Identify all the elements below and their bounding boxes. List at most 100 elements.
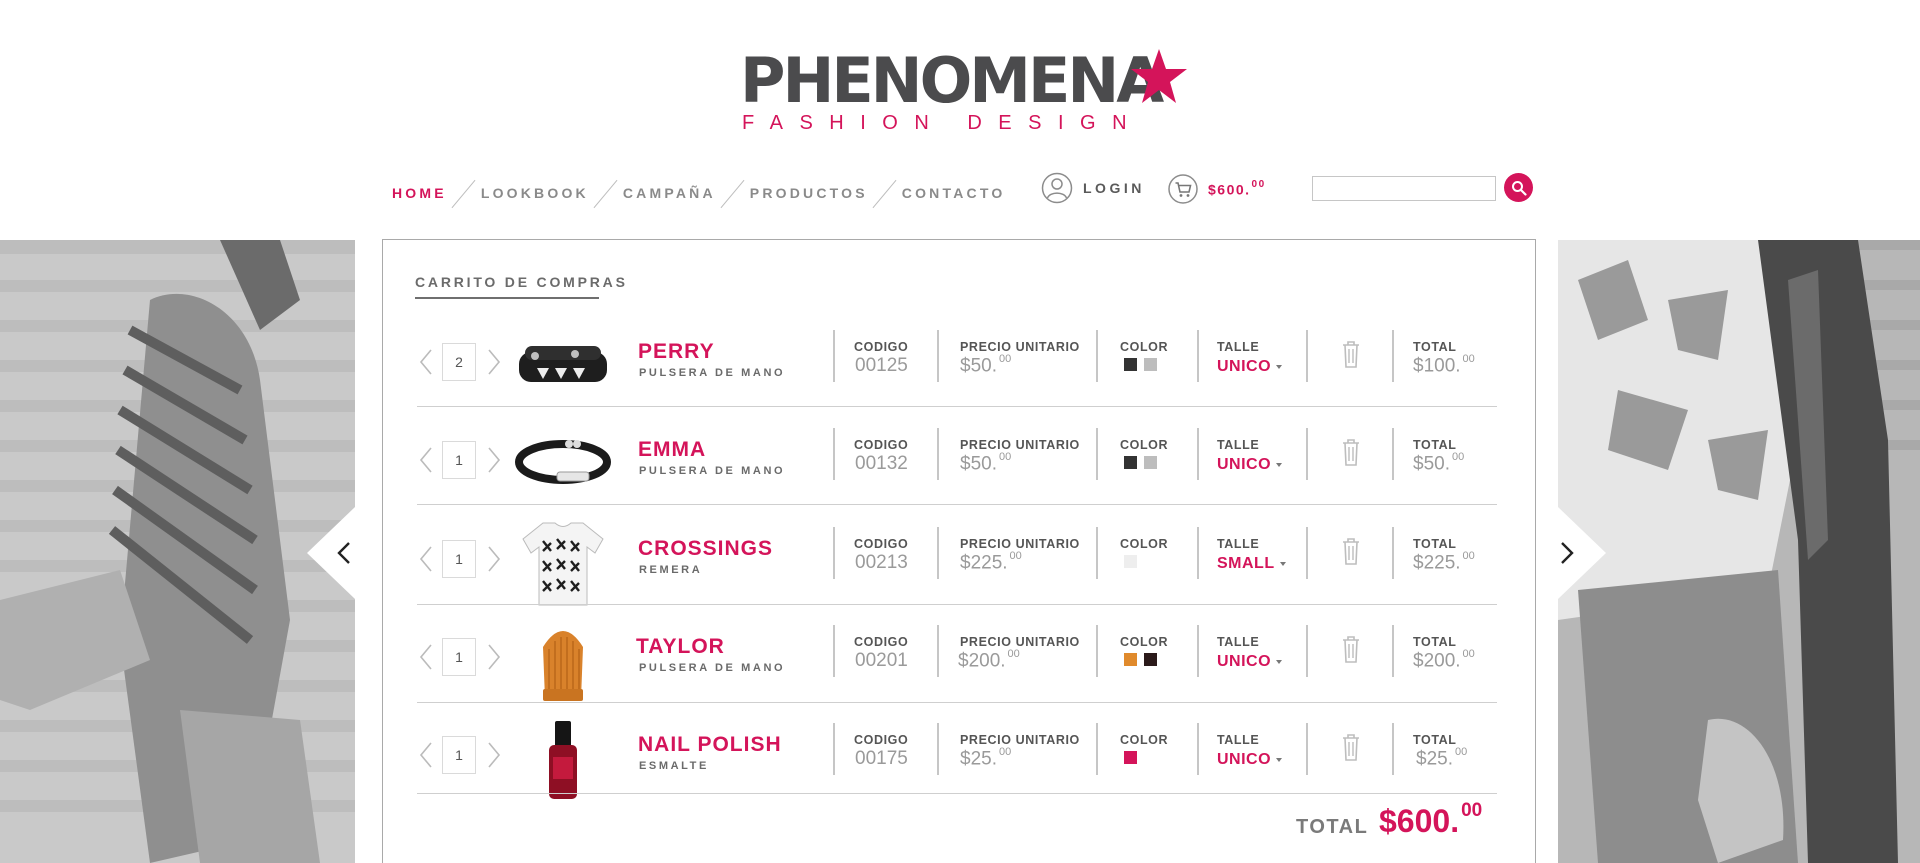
qty-decrease-icon[interactable] xyxy=(417,740,435,770)
column-divider xyxy=(1197,723,1199,775)
product-code: 00175 xyxy=(855,748,908,769)
code-label: CODIGO xyxy=(854,537,909,551)
size-select[interactable]: UNICO xyxy=(1217,751,1283,769)
code-label: CODIGO xyxy=(854,733,909,747)
color-swatch[interactable] xyxy=(1124,456,1137,469)
cart-title-underline xyxy=(415,297,599,299)
unit-price: $50. 00 xyxy=(960,451,1012,475)
row-divider xyxy=(417,504,1497,505)
product-name[interactable]: TAYLOR xyxy=(636,635,725,659)
product-image-bracelet[interactable] xyxy=(513,422,613,508)
nav-lookbook[interactable]: LOOKBOOK xyxy=(481,185,589,201)
total-label: TOTAL xyxy=(1413,340,1457,354)
cart-row: 1 TAYLOR PULSERA DE MANO CODIGO 00201 PR… xyxy=(417,615,1497,713)
campaign-photo-right xyxy=(1558,240,1920,863)
trash-icon[interactable] xyxy=(1339,436,1363,468)
column-divider xyxy=(1096,428,1098,480)
product-description: PULSERA DE MANO xyxy=(639,367,786,379)
brand-logo[interactable]: PHENOMENA FASHION DESIGN xyxy=(740,46,1190,134)
size-label: TALLE xyxy=(1217,537,1260,551)
color-swatch[interactable] xyxy=(1124,653,1137,666)
color-swatch[interactable] xyxy=(1144,653,1157,666)
login-link[interactable]: LOGIN xyxy=(1041,172,1145,204)
product-image-beanie[interactable] xyxy=(513,619,613,705)
campaign-photo-left xyxy=(0,240,355,863)
user-icon xyxy=(1041,172,1073,204)
row-total: $25. 00 xyxy=(1416,746,1468,770)
size-select[interactable]: UNICO xyxy=(1217,358,1283,376)
trash-icon[interactable] xyxy=(1339,535,1363,567)
size-select[interactable]: SMALL xyxy=(1217,555,1286,573)
cart-summary[interactable]: $600.00 xyxy=(1168,174,1266,204)
product-code: 00213 xyxy=(855,552,908,573)
shopping-cart-panel: CARRITO DE COMPRAS 2 PERRY PULSERA DE MA… xyxy=(382,239,1536,863)
qty-increase-icon[interactable] xyxy=(485,740,503,770)
qty-decrease-icon[interactable] xyxy=(417,642,435,672)
caret-down-icon xyxy=(1276,462,1283,467)
column-divider xyxy=(937,625,939,677)
nav-home[interactable]: HOME xyxy=(392,185,447,201)
nav-separator xyxy=(589,178,623,208)
color-swatch[interactable] xyxy=(1124,555,1137,568)
column-divider xyxy=(1392,723,1394,775)
color-swatch[interactable] xyxy=(1124,358,1137,371)
unit-price-label: PRECIO UNITARIO xyxy=(960,635,1080,649)
column-divider xyxy=(1096,723,1098,775)
color-label: COLOR xyxy=(1120,340,1169,354)
qty-input[interactable]: 1 xyxy=(442,736,476,774)
nav-separator xyxy=(716,178,750,208)
column-divider xyxy=(1096,527,1098,579)
qty-input[interactable]: 1 xyxy=(442,441,476,479)
product-name[interactable]: CROSSINGS xyxy=(638,537,773,561)
product-image-nail-polish[interactable] xyxy=(513,717,613,803)
product-name[interactable]: EMMA xyxy=(638,438,706,462)
color-swatch[interactable] xyxy=(1144,358,1157,371)
qty-input[interactable]: 2 xyxy=(442,343,476,381)
cart-amount: $600.00 xyxy=(1208,178,1266,198)
caret-down-icon xyxy=(1276,659,1283,664)
color-label: COLOR xyxy=(1120,438,1169,452)
search-button[interactable] xyxy=(1504,173,1533,202)
size-label: TALLE xyxy=(1217,438,1260,452)
unit-price-label: PRECIO UNITARIO xyxy=(960,733,1080,747)
total-label: TOTAL xyxy=(1413,733,1457,747)
size-select[interactable]: UNICO xyxy=(1217,653,1283,671)
row-divider xyxy=(417,793,1497,794)
trash-icon[interactable] xyxy=(1339,731,1363,763)
qty-increase-icon[interactable] xyxy=(485,347,503,377)
carousel-next-arrow[interactable] xyxy=(1558,507,1606,599)
caret-down-icon xyxy=(1276,364,1283,369)
qty-decrease-icon[interactable] xyxy=(417,544,435,574)
column-divider xyxy=(1392,428,1394,480)
column-divider xyxy=(1197,330,1199,382)
row-total: $50. 00 xyxy=(1413,451,1465,475)
code-label: CODIGO xyxy=(854,635,909,649)
color-swatch[interactable] xyxy=(1124,751,1137,764)
qty-increase-icon[interactable] xyxy=(485,544,503,574)
product-description: PULSERA DE MANO xyxy=(639,662,786,674)
qty-increase-icon[interactable] xyxy=(485,445,503,475)
brand-tagline: FASHION DESIGN xyxy=(742,112,1144,134)
carousel-prev-arrow[interactable] xyxy=(307,507,355,599)
product-name[interactable]: NAIL POLISH xyxy=(638,733,782,757)
cart-row: 1 EMMA PULSERA DE MANO CODIGO 00132 PREC… xyxy=(417,418,1497,516)
qty-increase-icon[interactable] xyxy=(485,642,503,672)
column-divider xyxy=(1197,527,1199,579)
trash-icon[interactable] xyxy=(1339,633,1363,665)
product-image-tshirt[interactable] xyxy=(513,521,613,607)
product-image-bracelet[interactable] xyxy=(513,324,613,410)
qty-input[interactable]: 1 xyxy=(442,540,476,578)
cart-title: CARRITO DE COMPRAS xyxy=(415,274,628,290)
nav-productos[interactable]: PRODUCTOS xyxy=(750,185,868,201)
product-name[interactable]: PERRY xyxy=(638,340,715,364)
color-swatch[interactable] xyxy=(1144,456,1157,469)
qty-input[interactable]: 1 xyxy=(442,638,476,676)
size-select[interactable]: UNICO xyxy=(1217,456,1283,474)
search-input[interactable] xyxy=(1312,176,1496,201)
trash-icon[interactable] xyxy=(1339,338,1363,370)
qty-decrease-icon[interactable] xyxy=(417,445,435,475)
qty-decrease-icon[interactable] xyxy=(417,347,435,377)
nav-campana[interactable]: CAMPAÑA xyxy=(623,185,716,201)
column-divider xyxy=(937,527,939,579)
nav-contacto[interactable]: CONTACTO xyxy=(902,185,1006,201)
